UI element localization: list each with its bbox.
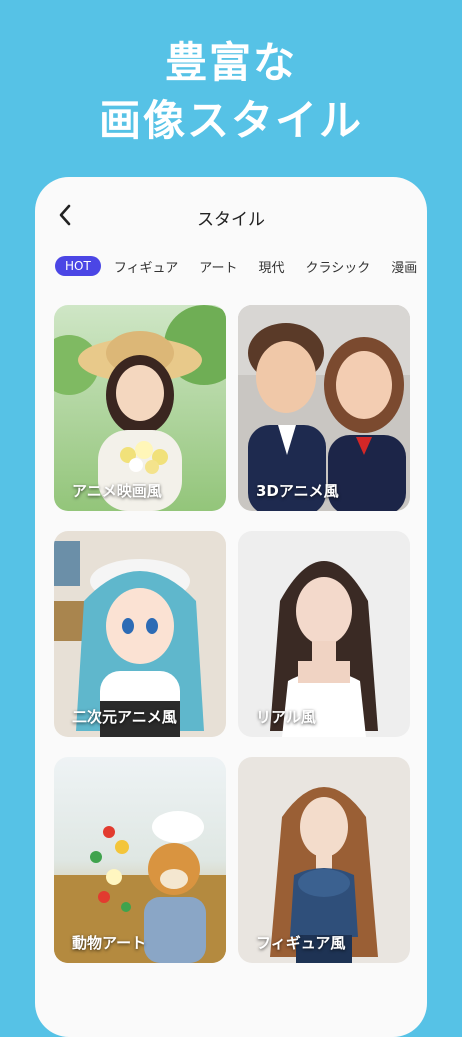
style-card-realistic[interactable]: リアル風: [238, 531, 410, 737]
top-bar: スタイル: [35, 195, 427, 239]
promo-line-2: 画像スタイル: [98, 96, 363, 145]
phone-screen: スタイル HOT フィギュア アート 現代 クラシック 漫画 アニメ映画風 3D…: [35, 177, 427, 1037]
page-title: スタイル: [197, 210, 265, 230]
style-card-3d-anime[interactable]: 3Dアニメ風: [238, 305, 410, 511]
tab-figure[interactable]: フィギュア: [106, 254, 186, 279]
style-card-anime-film[interactable]: アニメ映画風: [54, 305, 226, 511]
card-label: アニメ映画風: [72, 482, 162, 500]
card-label: 3Dアニメ風: [256, 482, 339, 500]
card-label: 動物アート: [72, 934, 147, 952]
style-card-animal-art[interactable]: 動物アート: [54, 757, 226, 963]
tab-art[interactable]: アート: [191, 254, 245, 279]
card-label: 二次元アニメ風: [72, 708, 177, 726]
tab-manga[interactable]: 漫画: [383, 254, 425, 279]
promo-line-1: 豊富な: [164, 38, 297, 87]
style-card-2d-anime[interactable]: 二次元アニメ風: [54, 531, 226, 737]
style-grid: アニメ映画風 3Dアニメ風 二次元アニメ風 リアル風 動物アート フィギュア風: [54, 305, 410, 963]
tab-modern[interactable]: 現代: [251, 254, 293, 279]
category-tabs: HOT フィギュア アート 現代 クラシック 漫画: [55, 253, 427, 279]
card-label: リアル風: [256, 708, 316, 726]
card-label: フィギュア風: [256, 934, 346, 952]
style-card-figure[interactable]: フィギュア風: [238, 757, 410, 963]
tab-hot[interactable]: HOT: [55, 256, 101, 276]
promo-heading: 豊富な 画像スタイル: [0, 34, 462, 150]
tab-classic[interactable]: クラシック: [298, 254, 379, 279]
